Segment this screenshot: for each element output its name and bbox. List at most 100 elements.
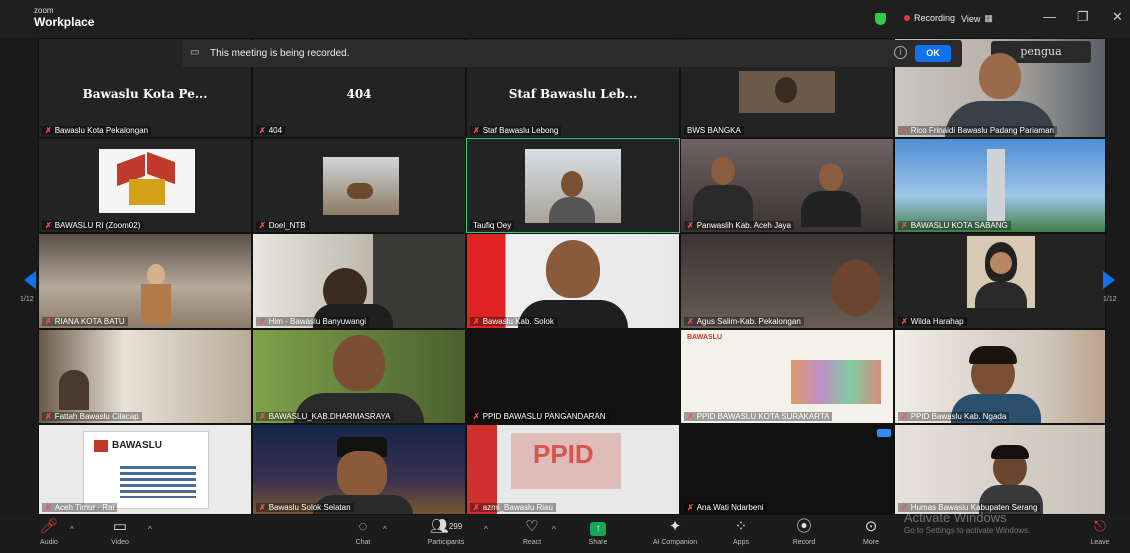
muted-mic-icon: ✗ xyxy=(687,221,694,230)
page-indicator-right: 1/12 xyxy=(1103,296,1117,303)
participant-tile[interactable]: ✗ BAWASLU_KAB.DHARMASRAYA xyxy=(252,329,466,424)
react-options-chevron-icon[interactable]: ^ xyxy=(552,525,556,534)
active-speaker-tile[interactable]: Taufiq Oey xyxy=(466,138,680,233)
ai-companion-button[interactable]: ✦ AI Companion xyxy=(640,518,710,546)
participant-tile[interactable]: BAWASLU ✗ Aceh Timur - Rai xyxy=(38,424,252,515)
previous-page-icon[interactable] xyxy=(24,271,36,289)
connection-icon xyxy=(877,429,891,437)
participant-name-label: ✗ PPID Bawaslu Kab. Ngada xyxy=(898,412,1010,421)
participant-tile[interactable]: ✗ Wilda Harahap xyxy=(894,233,1106,329)
close-button[interactable]: ✕ xyxy=(1112,10,1123,23)
participant-name-label: ✗ BAWASLU KOTA SABANG xyxy=(898,221,1011,230)
more-icon: ⊙ xyxy=(864,518,878,535)
app-logo: zoom Workplace xyxy=(34,7,94,29)
participant-display-name: 404 xyxy=(346,87,372,101)
muted-mic-icon: ✗ xyxy=(473,412,480,421)
leave-button[interactable]: ⎋ Leave xyxy=(1082,518,1118,546)
zoom-window: zoom Workplace Recording View ▦ — ❐ ✕ Ba… xyxy=(0,0,1130,553)
chat-options-chevron-icon[interactable]: ^ xyxy=(383,525,387,534)
participant-tile[interactable]: ✗ PPID Bawaslu Kab. Ngada xyxy=(894,329,1106,424)
participant-name-label: ✗ RIANA KOTA BATU xyxy=(42,317,128,326)
participant-tile[interactable]: ✗ Bawaslu Kab. Solok xyxy=(466,233,680,329)
video-options-chevron-icon[interactable]: ^ xyxy=(148,525,152,534)
participant-name-label: Taufiq Oey xyxy=(470,221,515,230)
participant-tile[interactable]: PPID ✗ azmi_Bawaslu Riau xyxy=(466,424,680,515)
participants-options-chevron-icon[interactable]: ^ xyxy=(484,525,488,534)
participant-tile[interactable]: ✗ Ana Wati Ndarbeni xyxy=(680,424,894,515)
participant-thumbnail xyxy=(525,149,621,223)
view-button[interactable]: View ▦ xyxy=(961,13,993,24)
maximize-button[interactable]: ❐ xyxy=(1077,10,1089,23)
participant-name-label: ✗ Doel_NTB xyxy=(256,221,309,230)
bawaslu-logo xyxy=(99,149,195,213)
participant-name-label: ✗ PPID BAWASLU KOTA SURAKARTA xyxy=(684,412,833,421)
security-shield-icon[interactable] xyxy=(875,13,886,25)
participant-tile[interactable]: ✗ RIANA KOTA BATU xyxy=(38,233,252,329)
participants-button[interactable]: 👥︎299 Participants xyxy=(415,518,477,546)
recording-indicator[interactable]: Recording xyxy=(904,13,955,23)
audio-button[interactable]: 🎤︎ Audio xyxy=(34,518,64,546)
participant-name-label: ✗ Him - Bawaslu Banyuwangi xyxy=(256,317,370,326)
next-page-icon[interactable] xyxy=(1103,271,1115,289)
leave-icon: ⎋ xyxy=(1094,518,1106,535)
participant-tile[interactable]: ✗ Panwaslih Kab. Aceh Jaya xyxy=(680,138,894,233)
recording-message: This meeting is being recorded. xyxy=(210,48,350,59)
muted-mic-icon: ✗ xyxy=(45,412,52,421)
muted-mic-icon: ✗ xyxy=(45,221,52,230)
participant-name-label: ✗ PPID BAWASLU PANGANDARAN xyxy=(470,412,609,421)
participant-tile[interactable]: ✗ Doel_NTB xyxy=(252,138,466,233)
participant-name-label: BWS BANGKA xyxy=(684,126,744,135)
participant-tile[interactable]: ✗ Agus Salim-Kab. Pekalongan xyxy=(680,233,894,329)
ai-companion-label: AI Companion xyxy=(652,539,698,546)
participant-tile[interactable]: ✗ PPID BAWASLU PANGANDARAN xyxy=(466,329,680,424)
record-icon: ▭ xyxy=(190,47,200,58)
chat-bubble-icon: ◌ xyxy=(358,518,368,535)
info-icon[interactable]: i xyxy=(894,46,907,59)
muted-mic-icon: ✗ xyxy=(473,317,480,326)
recording-label: Recording xyxy=(914,13,956,23)
apps-button[interactable]: ⁘ Apps xyxy=(726,518,756,546)
participant-tile[interactable]: ✗ Humas Bawaslu Kabupaten Serang xyxy=(894,424,1106,515)
participant-tile[interactable]: ✗ Him - Bawaslu Banyuwangi xyxy=(252,233,466,329)
participant-name-label: ✗ Staf Bawaslu Lebong xyxy=(470,126,562,135)
record-button[interactable]: ⦿ Record xyxy=(787,518,821,546)
participants-label: Participants xyxy=(427,539,465,546)
recording-dot-icon xyxy=(904,15,910,21)
participant-name-label: ✗ azmi_Bawaslu Riau xyxy=(470,503,556,512)
muted-mic-icon: ✗ xyxy=(45,126,52,135)
muted-mic-icon: ✗ xyxy=(259,221,266,230)
participant-tile[interactable]: ✗ Bawaslu Solok Selatan xyxy=(252,424,466,515)
share-label: Share xyxy=(588,539,608,546)
chat-label: Chat xyxy=(355,539,371,546)
video-label: Video xyxy=(111,539,129,546)
participants-icon: 👥︎299 xyxy=(429,518,463,535)
chat-button[interactable]: ◌ Chat xyxy=(348,518,378,546)
participant-tile[interactable]: ✗ BAWASLU RI (Zoom02) xyxy=(38,138,252,233)
ok-button[interactable]: OK xyxy=(915,45,951,62)
minimize-button[interactable]: — xyxy=(1043,10,1056,23)
muted-mic-icon: ✗ xyxy=(259,317,266,326)
participant-thumbnail xyxy=(967,236,1035,308)
more-button[interactable]: ⊙ More xyxy=(856,518,886,546)
participant-tile[interactable]: BAWASLU ✗ PPID BAWASLU KOTA SURAKARTA xyxy=(680,329,894,424)
record-circle-icon: ⦿ xyxy=(796,518,812,535)
page-indicator-left: 1/12 xyxy=(20,296,34,303)
react-button[interactable]: ♡ React xyxy=(517,518,547,546)
participant-tile[interactable]: ✗ Fattah Bawaslu Cilacap xyxy=(38,329,252,424)
record-label: Record xyxy=(792,539,816,546)
participant-name-label: ✗ Rico Frinaldi Bawaslu Padang Pariaman xyxy=(898,126,1057,135)
participant-name-label: ✗ Aceh Timur - Rai xyxy=(42,503,118,512)
participant-tile[interactable]: ✗ BAWASLU KOTA SABANG xyxy=(894,138,1106,233)
participant-name-label: ✗ Agus Salim-Kab. Pekalongan xyxy=(684,317,804,326)
title-bar: zoom Workplace Recording View ▦ — ❐ ✕ xyxy=(0,0,1130,38)
participant-name-label: ✗ BAWASLU_KAB.DHARMASRAYA xyxy=(256,412,394,421)
ai-sparkle-icon: ✦ xyxy=(668,518,682,535)
audio-options-chevron-icon[interactable]: ^ xyxy=(70,525,74,534)
participant-person xyxy=(518,240,628,328)
share-button[interactable]: ↑ Share xyxy=(583,518,613,546)
slide-logo-text: BAWASLU xyxy=(112,440,162,451)
watermark-title: Activate Windows xyxy=(904,510,1007,525)
video-grid: Bawaslu Kota Pe... ✗ Bawaslu Kota Pekalon… xyxy=(38,38,1106,515)
video-button[interactable]: ▭ Video xyxy=(105,518,135,546)
leave-label: Leave xyxy=(1090,539,1110,546)
